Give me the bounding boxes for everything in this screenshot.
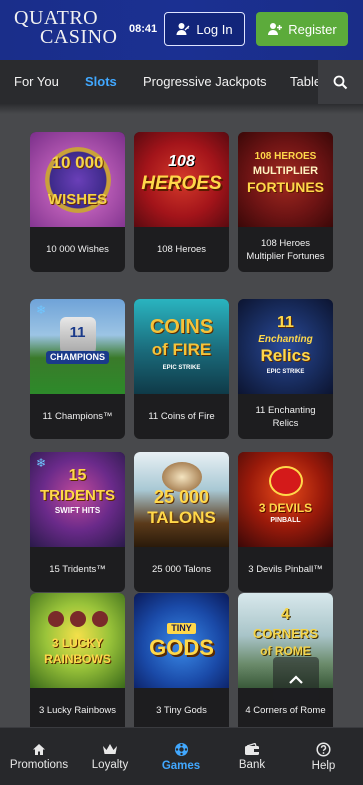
nav-label: Loyalty [91, 759, 129, 771]
tab-for-you[interactable]: For You [14, 60, 59, 104]
nav-label: Promotions [9, 759, 69, 771]
nav-label: Help [311, 760, 336, 772]
game-card[interactable]: TINY GODS 3 Tiny Gods [134, 593, 229, 733]
search-icon [333, 75, 348, 90]
login-button[interactable]: Log In [164, 12, 245, 46]
nav-promotions[interactable]: Promotions [0, 728, 78, 785]
game-thumbnail: 10 000 WISHES [30, 132, 125, 227]
game-title: 10 000 Wishes [46, 244, 109, 255]
status-time: 08:41 [129, 23, 158, 35]
tab-slots[interactable]: Slots [85, 60, 117, 104]
game-thumbnail: TINY GODS [134, 593, 229, 688]
game-thumbnail: 3 LUCKY RAINBOWS [30, 593, 125, 688]
game-card[interactable]: 10 000 WISHES 10 000 Wishes [30, 132, 125, 272]
game-card[interactable]: 11 Enchanting Relics EPIC STRIKE 11 Ench… [238, 299, 333, 439]
nav-loyalty[interactable]: Loyalty [78, 728, 142, 785]
game-card[interactable]: 108 HEROES MULTIPLIER FORTUNES 108 Heroe… [238, 132, 333, 272]
game-thumbnail: 108 HEROES MULTIPLIER FORTUNES [238, 132, 333, 227]
game-title: 3 Devils Pinball™ [248, 564, 323, 575]
scroll-to-top-button[interactable] [273, 657, 319, 703]
game-title: 108 Heroes Multiplier Fortunes [246, 237, 325, 262]
logo-line-2: CASINO [40, 26, 118, 48]
tab-table[interactable]: Table [290, 60, 321, 104]
quatro-casino-logo[interactable]: QUATRO CASINO [14, 8, 119, 51]
nav-label: Bank [238, 759, 266, 771]
login-label: Log In [196, 21, 233, 37]
game-card[interactable]: 25 000 TALONS 25 000 Talons [134, 452, 229, 592]
game-thumbnail: 11 Enchanting Relics EPIC STRIKE [238, 299, 333, 394]
register-label: Register [288, 21, 337, 37]
game-card[interactable]: COINS of FIRE EPIC STRIKE 11 Coins of Fi… [134, 299, 229, 439]
user-key-icon [176, 22, 190, 36]
chevron-up-icon [289, 675, 303, 685]
game-thumbnail: 3 DEVILS PINBALL [238, 452, 333, 547]
game-card[interactable]: 108 HEROES 108 Heroes [134, 132, 229, 272]
register-button[interactable]: Register [256, 12, 348, 46]
game-title: 25 000 Talons [152, 564, 211, 575]
game-thumbnail: 108 HEROES [134, 132, 229, 227]
game-card[interactable]: ❄ 15 TRIDENTS SWIFT HITS 15 Tridents™ [30, 452, 125, 592]
category-tabs: For You Slots Progressive Jackpots Table [0, 60, 363, 104]
game-thumbnail: 25 000 TALONS [134, 452, 229, 547]
tab-progressive-jackpots[interactable]: Progressive Jackpots [143, 60, 267, 104]
home-icon [32, 743, 46, 756]
nav-games[interactable]: Games [142, 728, 220, 785]
nav-help[interactable]: Help [284, 728, 363, 785]
wallet-icon [244, 743, 260, 756]
game-thumbnail: COINS of FIRE EPIC STRIKE [134, 299, 229, 394]
tabs-shadow [0, 104, 363, 114]
game-thumbnail: ❄ 11 CHAMPIONS [30, 299, 125, 394]
crown-icon [102, 743, 118, 756]
search-button[interactable] [318, 60, 363, 104]
nav-bank[interactable]: Bank [220, 728, 284, 785]
nav-label: Games [161, 760, 201, 772]
game-card[interactable]: 3 DEVILS PINBALL 3 Devils Pinball™ [238, 452, 333, 592]
game-title: 11 Champions™ [42, 411, 113, 422]
game-card[interactable]: 3 LUCKY RAINBOWS 3 Lucky Rainbows [30, 593, 125, 733]
game-title: 108 Heroes [156, 244, 207, 255]
game-title: 15 Tridents™ [49, 564, 106, 575]
bottom-navigation: Promotions Loyalty Games Bank Help [0, 727, 363, 785]
games-icon [174, 742, 189, 757]
game-title: 11 Coins of Fire [148, 411, 215, 422]
add-user-icon [267, 22, 283, 36]
help-icon [316, 742, 331, 757]
game-thumbnail: ❄ 15 TRIDENTS SWIFT HITS [30, 452, 125, 547]
app-header: QUATRO CASINO 08:41 Log In Register [0, 0, 363, 60]
game-title: 11 Enchanting Relics [255, 404, 316, 429]
game-card[interactable]: ❄ 11 CHAMPIONS 11 Champions™ [30, 299, 125, 439]
